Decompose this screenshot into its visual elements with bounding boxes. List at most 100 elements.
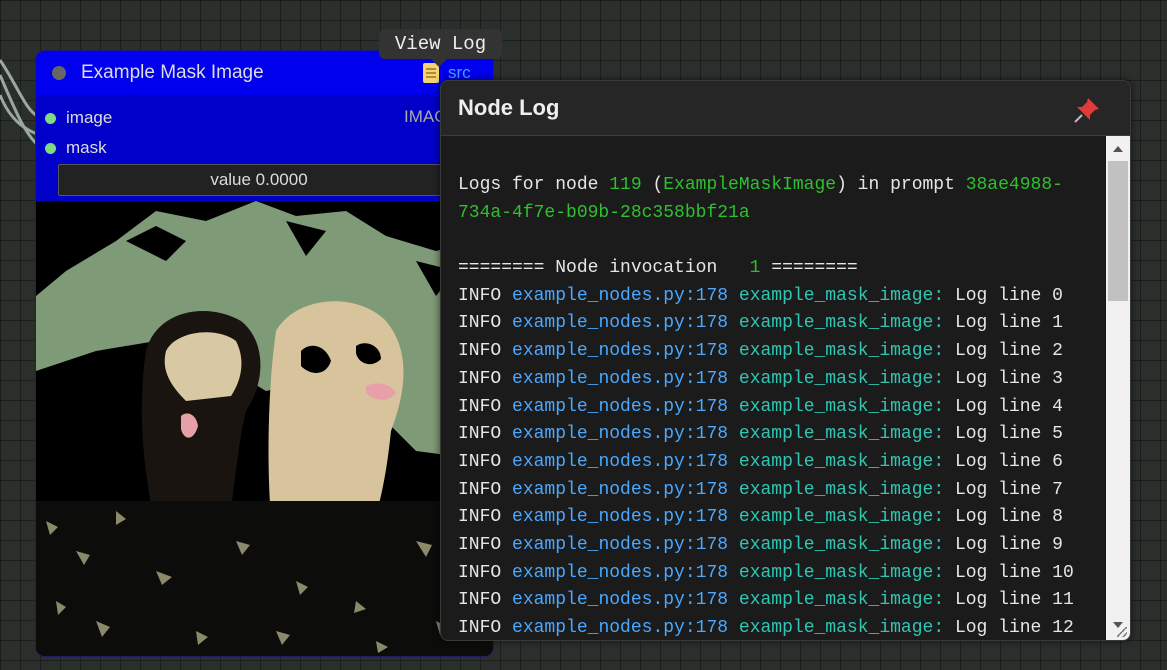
log-logger: example_mask_image:	[738, 507, 945, 528]
log-invocation-line: ======== Node invocation 1 ========	[458, 255, 1106, 283]
log-message: Log line 5	[954, 424, 1063, 445]
log-source: example_nodes.py:178	[512, 368, 729, 389]
log-message: Log line 6	[954, 451, 1063, 472]
log-level: INFO	[458, 451, 502, 472]
resize-grip-icon[interactable]	[1117, 627, 1127, 637]
log-prompt-id: 734a-4f7e-b09b-28c358bbf21a	[458, 202, 750, 223]
log-line: INFO example_nodes.py:178 example_mask_i…	[458, 338, 1106, 366]
log-logger: example_mask_image:	[738, 341, 945, 362]
log-line: INFO example_nodes.py:178 example_mask_i…	[458, 560, 1106, 588]
log-logger: example_mask_image:	[738, 451, 945, 472]
log-message: Log line 4	[954, 396, 1063, 417]
log-node-id: 119	[609, 175, 642, 195]
log-header-line: Logs for node 119 (ExampleMaskImage) in …	[458, 172, 1106, 200]
log-message: Log line 7	[954, 479, 1063, 500]
log-level: INFO	[458, 396, 502, 417]
log-message: Log line 9	[954, 534, 1063, 555]
view-log-tooltip: View Log	[379, 29, 502, 67]
value-widget[interactable]: value 0.0000	[58, 164, 460, 196]
log-logger: example_mask_image:	[738, 562, 945, 583]
node-log-panel[interactable]: Node Log Logs for node 119 (ExampleMaskI…	[440, 80, 1131, 641]
log-scrollbar[interactable]	[1106, 136, 1130, 640]
log-header-line-2: 734a-4f7e-b09b-28c358bbf21a	[458, 200, 1106, 228]
log-message: Log line 2	[954, 341, 1063, 362]
log-line: INFO example_nodes.py:178 example_mask_i…	[458, 310, 1106, 338]
log-line: INFO example_nodes.py:178 example_mask_i…	[458, 532, 1106, 560]
log-invocation-number: 1	[749, 258, 761, 279]
log-blank-line	[458, 227, 1106, 255]
log-source: example_nodes.py:178	[512, 451, 729, 472]
log-panel-header[interactable]: Node Log	[441, 81, 1130, 136]
slot-dot-icon[interactable]	[45, 112, 56, 124]
log-logger: example_mask_image:	[738, 618, 945, 638]
log-source: example_nodes.py:178	[512, 479, 729, 500]
scroll-thumb[interactable]	[1108, 161, 1128, 301]
log-logger: example_mask_image:	[738, 590, 945, 611]
log-line: INFO example_nodes.py:178 example_mask_i…	[458, 421, 1106, 449]
log-source: example_nodes.py:178	[512, 562, 729, 583]
log-message: Log line 0	[954, 285, 1063, 306]
log-message: Log line 8	[954, 507, 1063, 528]
pin-icon[interactable]	[1072, 95, 1102, 125]
log-level: INFO	[458, 590, 502, 611]
log-message: Log line 3	[954, 368, 1063, 389]
log-text: ======== Node invocation	[458, 258, 750, 279]
log-lines: INFO example_nodes.py:178 example_mask_i…	[458, 283, 1106, 640]
log-source: example_nodes.py:178	[512, 313, 729, 334]
log-logger: example_mask_image:	[738, 424, 945, 445]
log-level: INFO	[458, 285, 502, 306]
log-source: example_nodes.py:178	[512, 341, 729, 362]
preview-image	[36, 201, 493, 656]
log-logger: example_mask_image:	[738, 313, 945, 334]
log-logger: example_mask_image:	[738, 534, 945, 555]
log-source: example_nodes.py:178	[512, 534, 729, 555]
log-source: example_nodes.py:178	[512, 618, 729, 638]
log-text: (	[641, 175, 664, 195]
log-text: ) in prompt	[836, 175, 966, 195]
input-slot-mask[interactable]: mask	[36, 136, 107, 160]
log-line: INFO example_nodes.py:178 example_mask_i…	[458, 615, 1106, 640]
log-source: example_nodes.py:178	[512, 424, 729, 445]
slot-dot-icon[interactable]	[45, 142, 56, 154]
log-logger: example_mask_image:	[738, 368, 945, 389]
log-level: INFO	[458, 479, 502, 500]
log-line: INFO example_nodes.py:178 example_mask_i…	[458, 366, 1106, 394]
example-mask-image-node[interactable]: Example Mask Image src image IMAGE mask …	[35, 50, 494, 657]
log-level: INFO	[458, 507, 502, 528]
log-line: INFO example_nodes.py:178 example_mask_i…	[458, 587, 1106, 615]
log-line: INFO example_nodes.py:178 example_mask_i…	[458, 394, 1106, 422]
log-message: Log line 10	[954, 562, 1074, 583]
log-message: Log line 1	[954, 313, 1063, 334]
slot-label: image	[66, 108, 113, 127]
log-logger: example_mask_image:	[738, 479, 945, 500]
log-message: Log line 11	[954, 590, 1074, 611]
scroll-up-icon[interactable]	[1113, 146, 1123, 152]
log-line: INFO example_nodes.py:178 example_mask_i…	[458, 283, 1106, 311]
log-level: INFO	[458, 562, 502, 583]
log-logger: example_mask_image:	[738, 396, 945, 417]
slot-label: mask	[66, 138, 107, 157]
log-content: Logs for node 119 (ExampleMaskImage) in …	[441, 136, 1106, 640]
log-source: example_nodes.py:178	[512, 285, 729, 306]
log-text: Logs for node	[458, 175, 610, 195]
log-level: INFO	[458, 424, 502, 445]
log-level: INFO	[458, 341, 502, 362]
log-prompt-id: 38ae4988-	[965, 175, 1063, 195]
log-panel-title: Node Log	[458, 95, 560, 120]
log-source: example_nodes.py:178	[512, 590, 729, 611]
input-slot-image[interactable]: image	[36, 106, 112, 130]
log-level: INFO	[458, 313, 502, 334]
log-line: INFO example_nodes.py:178 example_mask_i…	[458, 504, 1106, 532]
log-logger: example_mask_image:	[738, 285, 945, 306]
collapse-dot[interactable]	[52, 66, 66, 80]
log-line: INFO example_nodes.py:178 example_mask_i…	[458, 477, 1106, 505]
log-level: INFO	[458, 618, 502, 638]
log-source: example_nodes.py:178	[512, 396, 729, 417]
log-line: INFO example_nodes.py:178 example_mask_i…	[458, 449, 1106, 477]
log-level: INFO	[458, 534, 502, 555]
log-message: Log line 12	[954, 618, 1074, 638]
log-source: example_nodes.py:178	[512, 507, 729, 528]
log-text: ========	[760, 258, 858, 279]
log-level: INFO	[458, 368, 502, 389]
node-title: Example Mask Image	[81, 62, 264, 83]
